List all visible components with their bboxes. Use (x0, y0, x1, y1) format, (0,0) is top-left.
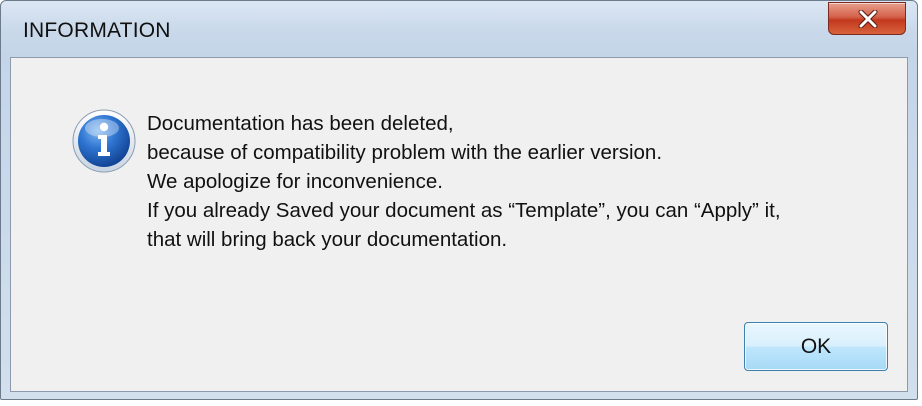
ok-button[interactable]: OK (744, 322, 888, 371)
message-line: Documentation has been deleted, (147, 112, 454, 135)
window-title: INFORMATION (23, 19, 171, 42)
close-x-icon (858, 10, 878, 28)
dialog-content: Documentation has been deleted, because … (10, 57, 908, 392)
info-icon (72, 109, 136, 173)
message-line: because of compatibility problem with th… (147, 141, 663, 164)
message-line: that will bring back your documentation. (147, 228, 508, 251)
information-dialog-window: INFORMATION Documentation has been delet… (0, 0, 918, 400)
message-line: We apologize for inconvenience. (147, 170, 443, 193)
title-bar[interactable]: INFORMATION (1, 1, 917, 57)
close-button[interactable] (828, 2, 906, 35)
message-line: If you already Saved your document as “T… (147, 199, 781, 222)
dialog-message: Documentation has been deleted, because … (147, 109, 887, 254)
